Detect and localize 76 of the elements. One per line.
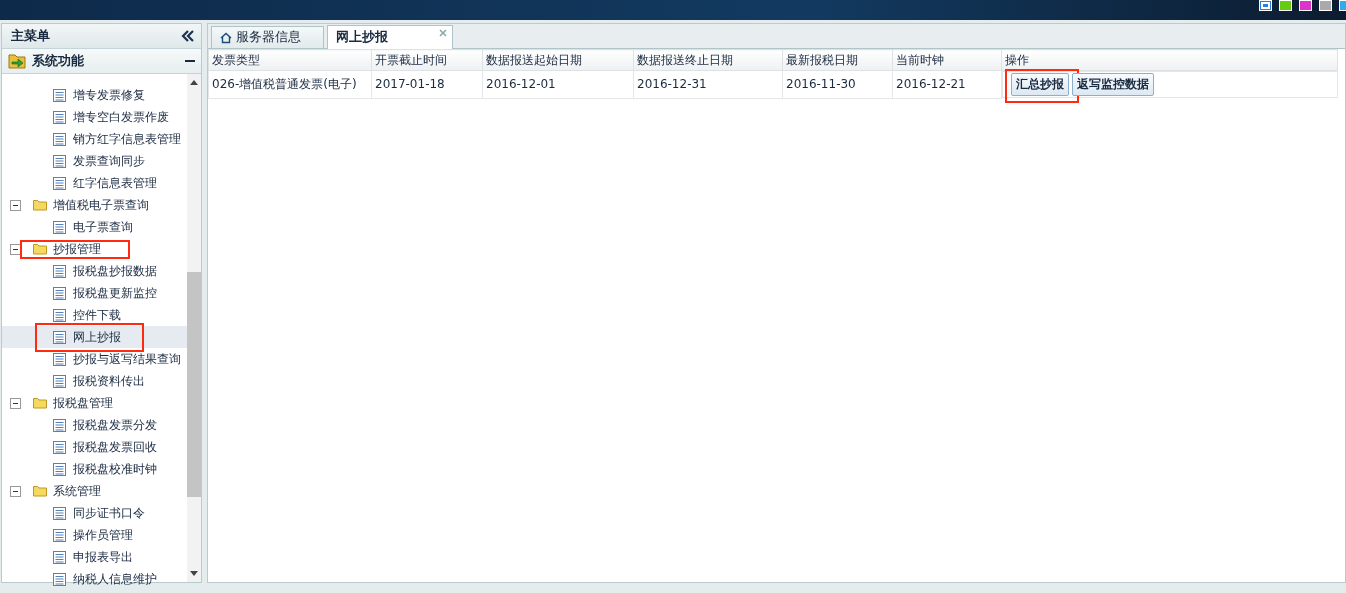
list-page-icon [53,506,66,520]
list-page-icon [53,286,66,300]
table-cell: 2016-11-30 [782,70,893,98]
list-page-icon [53,132,66,146]
tree-item[interactable]: 同步证书口令 [71,503,147,523]
theme-swatch[interactable] [1319,0,1332,11]
home-icon [220,31,232,44]
sidebar-title: 主菜单 [11,27,50,45]
tree-item[interactable]: 红字信息表管理 [71,173,159,193]
column-header: 开票截止时间 [371,49,483,71]
tree-item[interactable]: 报税盘发票回收 [71,437,159,457]
tree-item[interactable]: 增专发票修复 [71,85,147,105]
scrollbar[interactable] [187,74,201,582]
tree-item[interactable]: 电子票查询 [71,217,135,237]
column-header: 当前时钟 [892,49,1002,71]
tree-folder-item[interactable]: 增值税电子票查询 [51,195,151,215]
tree-item[interactable]: 操作员管理 [71,525,135,545]
collapse-toggle-icon[interactable] [10,243,21,255]
table-cell: 2016-12-31 [633,70,783,98]
list-page-icon [53,176,66,190]
tree-folder-item[interactable]: 系统管理 [51,481,103,501]
folder-icon [33,485,47,497]
column-header: 数据报送起始日期 [482,49,634,71]
tree-folder-item[interactable]: 报税盘管理 [51,393,115,413]
folder-arrow-icon [8,52,28,70]
tree-item[interactable]: 抄报与返写结果查询 [71,349,183,369]
list-page-icon [53,308,66,322]
tree-item[interactable]: 纳税人信息维护 [71,569,159,589]
theme-swatch[interactable] [1279,0,1292,11]
column-header: 数据报送终止日期 [633,49,783,71]
list-page-icon [53,154,66,168]
list-page-icon [53,374,66,388]
scroll-down-icon[interactable] [190,571,198,576]
tree-folder-item[interactable]: 抄报管理 [51,239,103,259]
theme-swatch[interactable] [1299,0,1312,11]
list-page-icon [53,352,66,366]
action-button[interactable]: 汇总抄报 [1011,73,1069,96]
tree-item[interactable]: 报税盘更新监控 [71,283,159,303]
list-page-icon [53,462,66,476]
list-page-icon [53,528,66,542]
list-page-icon [53,330,66,344]
tree-item[interactable]: 报税资料传出 [71,371,147,391]
list-page-icon [53,220,66,234]
tree-item[interactable]: 报税盘抄报数据 [71,261,159,281]
tree-item[interactable]: 控件下载 [71,305,123,325]
tree-item[interactable]: 报税盘发票分发 [71,415,159,435]
folder-icon [33,199,47,211]
list-page-icon [53,418,66,432]
theme-swatch[interactable] [1259,0,1272,11]
tree-item[interactable]: 增专空白发票作废 [71,107,171,127]
column-header: 发票类型 [208,49,372,71]
table-cell: 026-增值税普通发票(电子) [208,70,372,98]
list-page-icon [53,110,66,124]
list-page-icon [53,264,66,278]
folder-icon [33,243,47,255]
list-page-icon [53,88,66,102]
collapse-icon[interactable] [181,30,195,42]
action-button[interactable]: 返写监控数据 [1072,73,1154,96]
tab[interactable]: 网上抄报 [327,25,453,49]
tree-item[interactable]: 报税盘校准时钟 [71,459,159,479]
list-page-icon [53,440,66,454]
collapse-toggle-icon[interactable] [10,199,21,211]
table-cell: 2016-12-21 [892,70,1002,98]
table-cell: 2016-12-01 [482,70,634,98]
tree-item[interactable]: 销方红字信息表管理 [71,129,183,149]
tree-item[interactable]: 申报表导出 [71,547,135,567]
table-cell: 2017-01-18 [371,70,483,98]
list-page-icon [53,550,66,564]
tab[interactable]: 服务器信息 [211,26,324,48]
column-header: 操作 [1001,49,1338,71]
scroll-up-icon[interactable] [190,80,198,85]
folder-icon [33,397,47,409]
column-header: 最新报税日期 [782,49,893,71]
collapse-toggle-icon[interactable] [10,397,21,409]
collapse-toggle-icon[interactable] [10,485,21,497]
tree-item[interactable]: 发票查询同步 [71,151,147,171]
